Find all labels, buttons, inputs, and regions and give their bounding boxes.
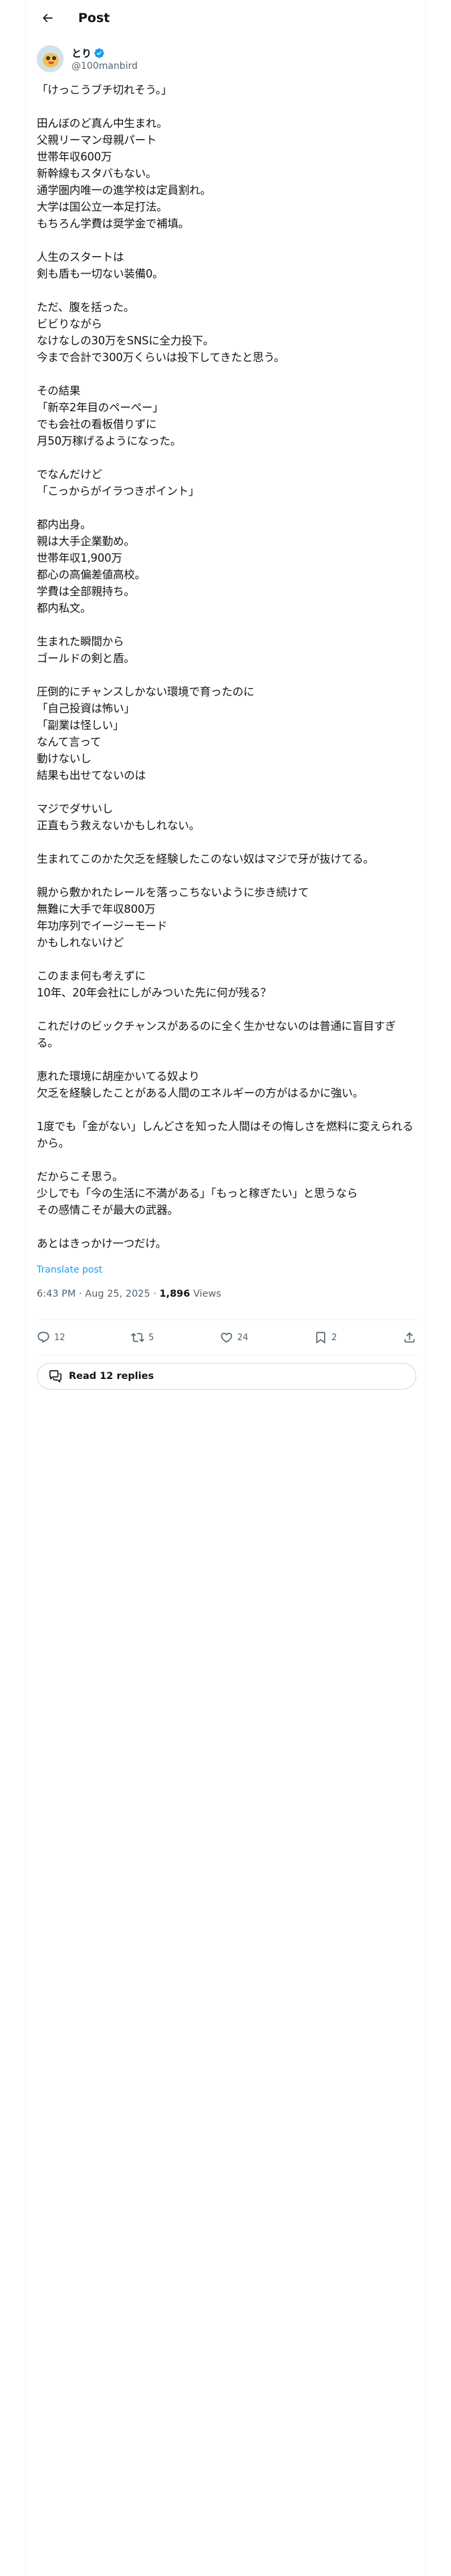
reply-count: 12 xyxy=(54,1332,65,1343)
views-count: 1,896 xyxy=(159,1289,190,1299)
like-count: 24 xyxy=(237,1332,249,1343)
post-text: 「けっこうブチ切れそう。」 田んぼのど真ん中生まれ。 父親リーマン母親パート 世… xyxy=(37,84,414,1250)
top-bar: Post xyxy=(26,0,426,35)
bookmark-icon xyxy=(316,1331,325,1344)
share-icon xyxy=(404,1332,415,1343)
bookmark-button[interactable]: 2 xyxy=(314,1331,337,1344)
repost-button[interactable]: 5 xyxy=(131,1331,154,1344)
post-metadata: 6:43 PM · Aug 25, 2025 · 1,896 Views xyxy=(37,1289,221,1299)
chat-bubbles-icon xyxy=(49,1370,62,1383)
verified-badge-icon xyxy=(94,47,104,58)
like-icon xyxy=(220,1332,233,1343)
read-replies-button[interactable]: Read 12 replies xyxy=(37,1363,416,1390)
reply-icon xyxy=(37,1331,49,1344)
author-block: とり @100manbird xyxy=(37,44,138,74)
post-time[interactable]: 6:43 PM xyxy=(37,1289,76,1299)
repost-count: 5 xyxy=(148,1332,154,1343)
action-bar: 12 5 24 2 xyxy=(37,1319,416,1356)
page-title: Post xyxy=(78,10,110,25)
views-label: Views xyxy=(193,1289,222,1299)
post-date[interactable]: Aug 25, 2025 xyxy=(85,1289,150,1299)
share-button[interactable] xyxy=(403,1331,416,1344)
reply-button[interactable]: 12 xyxy=(37,1331,65,1344)
read-replies-label: Read 12 replies xyxy=(69,1371,154,1382)
repost-icon xyxy=(131,1333,145,1342)
bookmark-count: 2 xyxy=(331,1332,337,1343)
back-arrow-icon xyxy=(42,13,53,22)
meta-separator: · xyxy=(153,1289,156,1299)
like-button[interactable]: 24 xyxy=(220,1331,249,1344)
back-button[interactable] xyxy=(35,6,59,30)
avatar[interactable] xyxy=(37,45,63,72)
post-detail-column: Post とり @100manbird 「けっこうブチ切れそう。」 田んぼのど真… xyxy=(25,0,426,2576)
translate-post-link[interactable]: Translate post xyxy=(37,1265,102,1275)
author-handle[interactable]: @100manbird xyxy=(71,61,138,72)
meta-separator: · xyxy=(79,1289,82,1299)
author-name[interactable]: とり xyxy=(71,46,92,60)
